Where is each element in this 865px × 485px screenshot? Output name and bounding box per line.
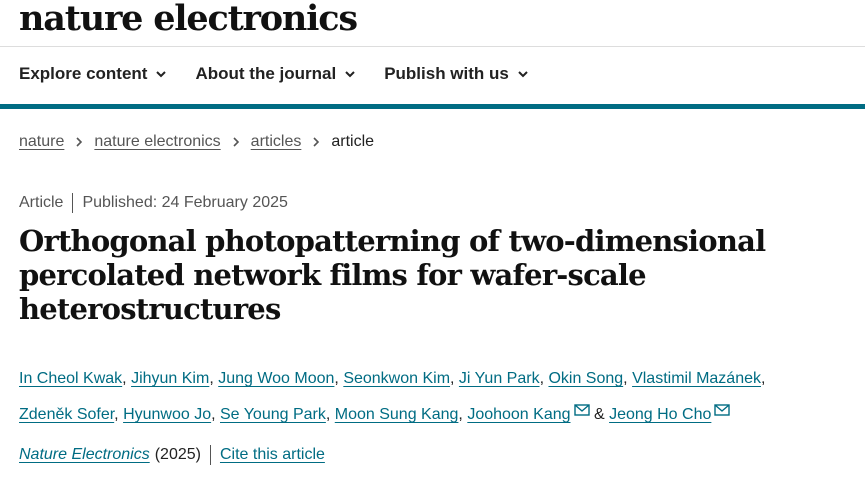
chevron-right-icon	[76, 137, 83, 147]
author-separator: ,	[450, 370, 459, 387]
author-separator: ,	[114, 406, 124, 423]
author-list: In Cheol Kwak, Jihyun Kim, Jung Woo Moon…	[19, 362, 839, 431]
author-link[interactable]: Okin Song	[548, 370, 623, 387]
citation-divider	[209, 445, 211, 465]
nav-label: About the journal	[195, 64, 337, 83]
published-date: Published: 24 February 2025	[82, 194, 288, 211]
chevron-down-icon	[518, 71, 528, 78]
author-link[interactable]: Vlastimil Mazánek	[632, 370, 761, 387]
breadcrumb: nature nature electronics articles artic…	[19, 133, 374, 151]
author-link[interactable]: Joohoon Kang	[467, 406, 570, 423]
accent-bar	[0, 104, 865, 109]
journal-link[interactable]: Nature Electronics	[19, 446, 150, 464]
author-link[interactable]: In Cheol Kwak	[19, 370, 122, 387]
author-link[interactable]: Seonkwon Kim	[343, 370, 450, 387]
breadcrumb-nature-electronics[interactable]: nature electronics	[94, 133, 220, 151]
chevron-right-icon	[313, 137, 320, 147]
author-separator: ,	[122, 370, 132, 387]
meta-divider	[72, 193, 74, 213]
author-link[interactable]: Jung Woo Moon	[218, 370, 334, 387]
breadcrumb-current: article	[331, 133, 375, 150]
author-separator: ,	[623, 370, 633, 387]
author-separator: ,	[458, 406, 468, 423]
author-link[interactable]: Zdeněk Sofer	[19, 406, 114, 423]
nav-publish-with-us[interactable]: Publish with us	[384, 64, 529, 84]
author-link[interactable]: Hyunwoo Jo	[123, 406, 211, 423]
nav-label: Publish with us	[384, 64, 509, 83]
author-separator: ,	[209, 370, 219, 387]
cite-this-article-link[interactable]: Cite this article	[220, 446, 325, 464]
citation-row: Nature Electronics (2025) Cite this arti…	[19, 445, 325, 465]
nav-label: Explore content	[19, 64, 148, 83]
main-nav: Explore content About the journal Publis…	[19, 64, 557, 84]
header-divider	[0, 46, 865, 47]
chevron-down-icon	[156, 71, 167, 78]
author-separator: ,	[211, 406, 220, 423]
chevron-down-icon	[345, 71, 355, 78]
nav-explore-content[interactable]: Explore content	[19, 64, 167, 84]
author-separator: ,	[334, 370, 344, 387]
mail-icon[interactable]	[714, 395, 731, 416]
author-link[interactable]: Jeong Ho Cho	[609, 406, 711, 423]
breadcrumb-articles[interactable]: articles	[251, 133, 302, 151]
mail-icon[interactable]	[573, 395, 590, 416]
chevron-right-icon	[233, 137, 239, 147]
author-link[interactable]: Ji Yun Park	[459, 370, 540, 387]
breadcrumb-nature[interactable]: nature	[19, 133, 64, 151]
nav-about-the-journal[interactable]: About the journal	[195, 64, 356, 84]
author-and: &	[589, 406, 610, 423]
author-separator: ,	[325, 406, 335, 423]
author-link[interactable]: Jihyun Kim	[131, 370, 209, 387]
article-meta: Article Published: 24 February 2025	[19, 193, 288, 213]
article-type: Article	[19, 194, 64, 211]
author-separator: ,	[761, 370, 766, 387]
author-link[interactable]: Se Young Park	[220, 406, 326, 423]
author-link[interactable]: Moon Sung Kang	[335, 406, 459, 423]
journal-logo[interactable]: nature electronics	[19, 0, 358, 39]
article-title: Orthogonal photopatterning of two-dimens…	[19, 224, 766, 326]
citation-year: (2025)	[154, 446, 201, 463]
